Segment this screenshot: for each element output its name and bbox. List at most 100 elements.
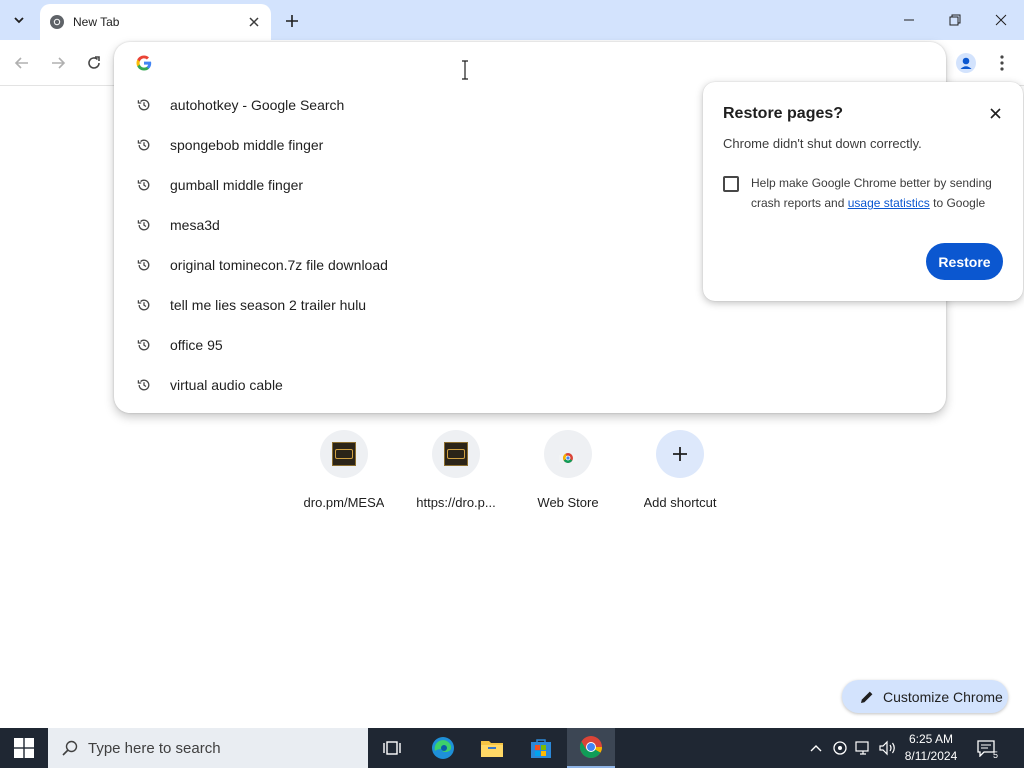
reload-button[interactable] — [82, 51, 106, 75]
history-icon — [136, 217, 152, 233]
history-icon — [136, 137, 152, 153]
taskbar-file-explorer[interactable] — [468, 728, 516, 768]
history-icon — [136, 377, 152, 393]
search-icon — [62, 740, 78, 756]
chrome-icon — [49, 14, 65, 30]
omnibox-suggestion[interactable]: virtual audio cable — [114, 365, 946, 405]
omnibox-suggestion[interactable]: office 95 — [114, 325, 946, 365]
shortcut-dro-p[interactable]: https://dro.p... — [400, 430, 512, 518]
shortcut-dro-pm-mesa[interactable]: dro.pm/MESA — [288, 430, 400, 518]
menu-button[interactable] — [990, 51, 1014, 75]
plus-icon — [673, 447, 687, 461]
suggestion-text: office 95 — [170, 337, 223, 353]
taskbar-search-box[interactable]: Type here to search — [48, 728, 368, 768]
plus-icon — [286, 15, 298, 27]
omnibox-input[interactable] — [166, 51, 926, 75]
shortcut-web-store[interactable]: Web Store — [512, 430, 624, 518]
minimize-button[interactable] — [886, 0, 932, 40]
history-icon — [136, 177, 152, 193]
shortcut-label: dro.pm/MESA — [303, 495, 385, 510]
restore-pages-dialog: Restore pages? Chrome didn't shut down c… — [703, 82, 1023, 301]
volume-icon[interactable] — [878, 738, 898, 758]
restore-button[interactable]: Restore — [926, 243, 1003, 280]
web-store-icon — [559, 453, 577, 463]
back-arrow-icon — [14, 57, 28, 69]
chrome-icon — [580, 736, 602, 758]
network-icon[interactable] — [854, 738, 874, 758]
taskbar-search-placeholder: Type here to search — [88, 739, 221, 757]
shortcut-icon-circle — [432, 430, 480, 478]
windows-logo-icon — [14, 738, 34, 758]
close-icon — [995, 14, 1007, 26]
history-icon — [136, 97, 152, 113]
shortcut-icon-circle — [320, 430, 368, 478]
task-view-button[interactable] — [368, 728, 416, 768]
shortcut-icon-circle — [656, 430, 704, 478]
add-shortcut-button[interactable]: Add shortcut — [624, 430, 736, 518]
back-button[interactable] — [10, 51, 34, 75]
suggestion-text: tell me lies season 2 trailer hulu — [170, 297, 367, 313]
store-icon — [531, 739, 551, 758]
new-tab-button[interactable] — [280, 9, 304, 33]
shortcut-label: https://dro.p... — [416, 495, 496, 510]
taskbar-microsoft-store[interactable] — [517, 728, 565, 768]
customize-chrome-button[interactable]: Customize Chrome — [842, 680, 1008, 713]
tab-new-tab[interactable]: New Tab — [40, 4, 271, 40]
show-hidden-icons-button[interactable] — [806, 738, 826, 758]
suggestion-text: spongebob middle finger — [170, 137, 324, 153]
taskbar-clock[interactable]: 6:25 AM 8/11/2024 — [896, 731, 966, 765]
suggestion-text: mesa3d — [170, 217, 220, 233]
suggestion-text: autohotkey - Google Search — [170, 97, 345, 113]
checkbox-text-after: to Google — [933, 196, 986, 210]
site-thumbnail-icon — [444, 442, 468, 466]
suggestion-text: virtual audio cable — [170, 377, 283, 393]
forward-button[interactable] — [46, 51, 70, 75]
shortcut-label: Add shortcut — [643, 495, 717, 510]
restore-window-button[interactable] — [932, 0, 978, 40]
suggestion-text: gumball middle finger — [170, 177, 304, 193]
close-window-button[interactable] — [978, 0, 1024, 40]
pencil-icon — [861, 691, 873, 703]
close-icon[interactable] — [985, 103, 1005, 123]
site-thumbnail-icon — [332, 442, 356, 466]
history-icon — [136, 297, 152, 313]
crash-report-checkbox[interactable] — [723, 176, 739, 192]
reload-icon — [88, 56, 100, 69]
text-cursor-icon — [462, 60, 468, 80]
edge-icon — [432, 737, 454, 759]
folder-icon — [481, 741, 503, 757]
profile-button[interactable] — [954, 51, 978, 75]
start-button[interactable] — [0, 728, 48, 768]
restore-dialog-message: Chrome didn't shut down correctly. — [723, 136, 922, 151]
chevron-down-icon — [14, 17, 24, 24]
restore-dialog-title: Restore pages? — [723, 105, 844, 122]
task-view-icon — [383, 741, 401, 755]
tab-strip: New Tab — [0, 0, 1024, 40]
chevron-up-icon — [810, 745, 822, 752]
suggestion-text: original tominecon.7z file download — [170, 257, 388, 273]
notification-center-button[interactable]: 5 — [972, 736, 1000, 760]
tab-close-icon[interactable] — [245, 13, 263, 31]
meet-now-icon — [833, 741, 847, 755]
windows-taskbar: Type here to search 6:25 AM 8/11/2024 5 — [0, 728, 1024, 768]
omnibox-input-row — [114, 42, 946, 84]
history-icon — [136, 337, 152, 353]
profile-avatar-icon — [956, 53, 976, 73]
tray-app-icon[interactable] — [830, 738, 850, 758]
history-icon — [136, 257, 152, 273]
clock-date: 8/11/2024 — [904, 749, 958, 763]
minimize-icon — [904, 19, 914, 21]
usage-statistics-link[interactable]: usage statistics — [848, 196, 930, 210]
taskbar-chrome[interactable] — [567, 728, 615, 768]
clock-time: 6:25 AM — [908, 732, 954, 746]
shortcut-icon-circle — [544, 430, 592, 478]
notification-count: 5 — [992, 750, 998, 760]
tab-search-button[interactable] — [6, 8, 32, 32]
taskbar-edge[interactable] — [419, 728, 467, 768]
tab-title: New Tab — [73, 15, 120, 29]
crash-report-checkbox-label: Help make Google Chrome better by sendin… — [751, 173, 1003, 213]
forward-arrow-icon — [52, 57, 66, 69]
restore-window-icon — [949, 14, 961, 26]
more-vert-icon — [1000, 55, 1004, 71]
google-g-icon — [136, 55, 152, 71]
